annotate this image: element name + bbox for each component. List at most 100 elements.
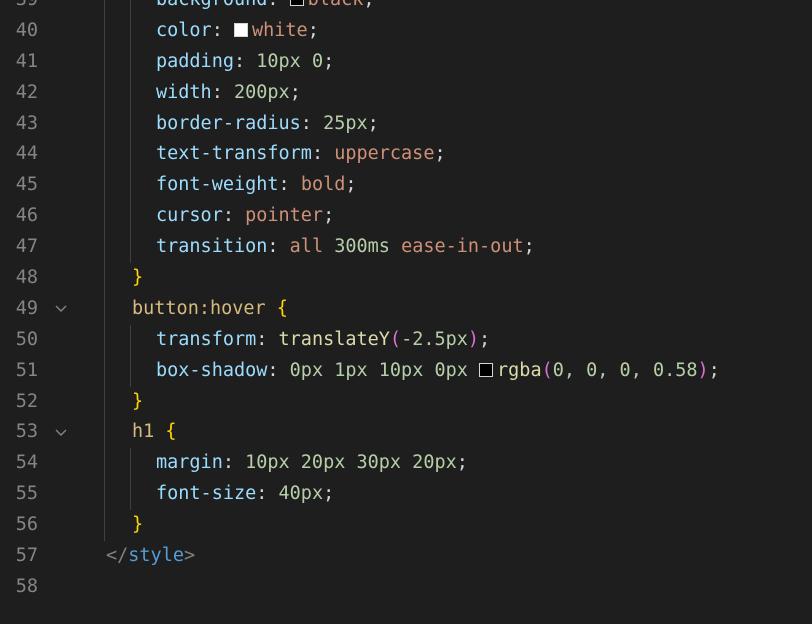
code-token: bold: [300, 174, 346, 196]
code-text: font-size: 40px;: [156, 479, 334, 510]
code-token: ;: [523, 236, 535, 258]
code-token: </: [106, 545, 129, 567]
indent-guide: [130, 448, 131, 480]
line-number: 42: [15, 81, 38, 103]
line-number: 53: [15, 421, 38, 443]
code-line[interactable]: 45 font-weight: bold;: [0, 170, 812, 202]
color-swatch-icon[interactable]: [233, 22, 248, 37]
code-text: color: white;: [156, 16, 319, 47]
code-line[interactable]: 42 width: 200px;: [0, 77, 812, 109]
line-number: 54: [15, 452, 38, 474]
code-text: transform: translateY(-2.5px);: [156, 325, 490, 356]
code-token: :: [267, 236, 290, 258]
code-token: 25px: [323, 112, 368, 134]
code-token: text-transform: [156, 143, 312, 165]
indent-guide: [104, 139, 105, 171]
code-token: :: [256, 483, 279, 505]
code-token: 300ms: [334, 236, 390, 258]
code-token: margin: [156, 452, 223, 474]
code-token: (: [541, 359, 553, 381]
line-number: 49: [15, 297, 38, 319]
code-token: box-shadow: [156, 359, 268, 381]
indent-guide: [104, 510, 105, 542]
code-token: cursor: [156, 205, 223, 227]
indent-guide: [130, 108, 131, 140]
code-token: ;: [323, 205, 335, 227]
code-token: ;: [345, 174, 357, 196]
line-number: 40: [15, 19, 38, 41]
code-line[interactable]: 58: [0, 572, 812, 603]
code-line[interactable]: 56}: [0, 510, 812, 542]
indent-guide: [104, 108, 105, 140]
code-token: :: [267, 359, 290, 381]
code-token: ;: [289, 81, 301, 103]
indent-guide: [104, 324, 105, 356]
indent-guide: [130, 77, 131, 109]
code-line[interactable]: 49 button:hover {: [0, 293, 812, 325]
code-token: black: [308, 0, 364, 10]
code-line[interactable]: 52}: [0, 386, 812, 418]
code-token: :: [256, 328, 279, 350]
code-token: transition: [156, 236, 268, 258]
code-line[interactable]: 50 transform: translateY(-2.5px);: [0, 324, 812, 356]
code-text: h1 {: [132, 417, 177, 448]
line-number: 51: [15, 359, 38, 381]
code-token: 200px: [233, 81, 290, 103]
line-number: 46: [15, 205, 38, 227]
code-token: :: [211, 19, 234, 41]
code-line[interactable]: 54 margin: 10px 20px 30px 20px;: [0, 448, 812, 480]
code-line[interactable]: 41 padding: 10px 0;: [0, 46, 812, 78]
code-text: box-shadow: 0px 1px 10px 0px rgba(0, 0, …: [156, 356, 720, 387]
code-token: ease-in-out: [389, 236, 524, 258]
indent-guide: [104, 479, 105, 511]
code-token: :: [233, 50, 257, 72]
indent-guide: [104, 448, 105, 480]
indent-guide: [130, 139, 131, 171]
code-token: pointer: [245, 205, 324, 227]
indent-guide: [104, 355, 105, 387]
indent-guide: [104, 386, 105, 418]
line-number: 50: [15, 328, 38, 350]
code-line[interactable]: 51 box-shadow: 0px 1px 10px 0px rgba(0, 0…: [0, 355, 812, 387]
code-line[interactable]: 44 text-transform: uppercase;: [0, 139, 812, 171]
code-token: ;: [456, 452, 468, 474]
code-line[interactable]: 57 </style>: [0, 541, 812, 572]
chevron-down-icon[interactable]: [53, 294, 69, 325]
code-token: border-radius: [156, 112, 301, 134]
code-line[interactable]: 55 font-size: 40px;: [0, 479, 812, 511]
line-number: 39: [0, 0, 38, 16]
code-line[interactable]: 43 border-radius: 25px;: [0, 108, 812, 140]
code-editor[interactable]: 39 background: black; 40 color: white; 41 pad…: [0, 0, 812, 624]
code-line[interactable]: 53 h1 {: [0, 417, 812, 449]
code-token: ;: [367, 112, 379, 134]
indent-guide: [130, 46, 131, 78]
code-token: ;: [323, 483, 335, 505]
code-token: }: [132, 390, 144, 412]
line-number: 52: [15, 390, 38, 412]
code-token: font-weight: [156, 174, 279, 196]
code-token: -2.5px: [401, 328, 468, 350]
chevron-down-icon[interactable]: [53, 417, 69, 448]
indent-guide: [130, 15, 131, 47]
code-text: text-transform: uppercase;: [156, 139, 446, 170]
color-swatch-icon[interactable]: [479, 362, 494, 377]
code-token: ;: [434, 143, 446, 165]
code-token: style: [128, 545, 184, 567]
code-line[interactable]: 39 background: black;: [0, 0, 812, 16]
code-token: ;: [363, 0, 374, 10]
indent-guide: [104, 46, 105, 78]
code-text: width: 200px;: [156, 78, 301, 109]
code-token: ;: [307, 19, 319, 41]
code-line[interactable]: 46 cursor: pointer;: [0, 201, 812, 233]
code-text: padding: 10px 0;: [156, 47, 334, 78]
code-line[interactable]: 40 color: white;: [0, 15, 812, 47]
indent-guide: [104, 0, 105, 16]
code-token: ;: [323, 50, 335, 72]
code-line[interactable]: 47 transition: all 300ms ease-in-out;: [0, 232, 812, 264]
indent-guide: [104, 201, 105, 233]
code-token: 10px 20px 30px 20px: [245, 452, 457, 474]
color-swatch-icon[interactable]: [289, 0, 304, 6]
code-token: :: [211, 81, 234, 103]
code-line[interactable]: 48}: [0, 263, 812, 294]
